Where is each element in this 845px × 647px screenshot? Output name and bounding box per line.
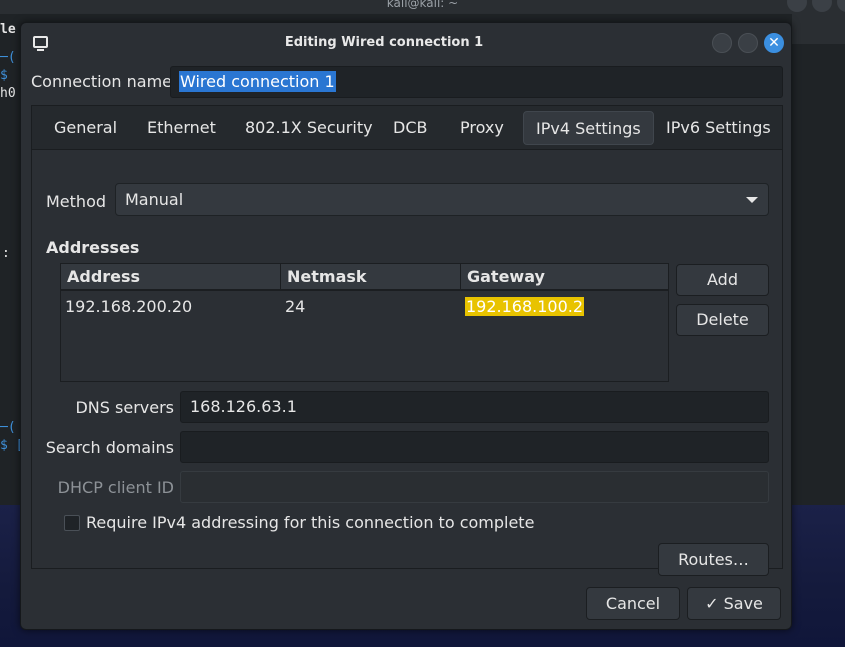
- save-label: Save: [723, 594, 763, 613]
- search-domains-input[interactable]: [180, 431, 769, 463]
- tab-ethernet[interactable]: Ethernet: [135, 111, 228, 145]
- table-header: Address Netmask Gateway: [61, 264, 668, 291]
- terminal-window-button[interactable]: [837, 0, 845, 12]
- tab-dcb[interactable]: DCB: [381, 111, 439, 145]
- address-cell[interactable]: 192.168.200.20: [65, 297, 192, 316]
- edit-connection-dialog: Editing Wired connection 1 ✕ Connection …: [20, 22, 792, 630]
- column-header-gateway[interactable]: Gateway: [460, 264, 668, 290]
- tab-ipv4-settings[interactable]: IPv4 Settings: [523, 111, 654, 145]
- tab-general[interactable]: General: [42, 111, 129, 145]
- terminal-text: $: [0, 68, 8, 83]
- check-icon: ✓: [705, 594, 719, 613]
- maximize-button[interactable]: [738, 33, 758, 53]
- dhcp-client-id-label: DHCP client ID: [57, 478, 174, 497]
- terminal-titlebar: kali@kali: ~: [0, 0, 845, 14]
- search-domains-label: Search domains: [45, 438, 174, 457]
- connection-name-label: Connection name: [31, 72, 172, 91]
- terminal-text: h0: [0, 86, 16, 101]
- dns-servers-label: DNS servers: [75, 398, 174, 417]
- terminal-text: :: [2, 246, 10, 261]
- connection-name-input[interactable]: Wired connection 1: [170, 66, 783, 98]
- cancel-button[interactable]: Cancel: [586, 587, 680, 620]
- terminal-title: kali@kali: ~: [386, 0, 459, 10]
- add-address-button[interactable]: Add: [676, 264, 769, 296]
- addresses-table[interactable]: Address Netmask Gateway 192.168.200.20 2…: [60, 263, 669, 382]
- column-header-netmask[interactable]: Netmask: [280, 264, 460, 290]
- close-button[interactable]: ✕: [764, 33, 784, 53]
- dialog-titlebar[interactable]: Editing Wired connection 1 ✕: [21, 23, 791, 63]
- gateway-cell[interactable]: 192.168.100.2: [465, 297, 585, 316]
- addresses-heading: Addresses: [46, 238, 140, 257]
- chevron-down-icon: [746, 197, 758, 203]
- require-ipv4-label[interactable]: Require IPv4 addressing for this connect…: [86, 513, 534, 532]
- tab-ipv6-settings[interactable]: IPv6 Settings: [654, 111, 783, 145]
- settings-notebook: General Ethernet 802.1X Security DCB Pro…: [31, 105, 783, 576]
- terminal-window-button[interactable]: [787, 0, 807, 12]
- column-header-address[interactable]: Address: [61, 264, 280, 290]
- minimize-button[interactable]: [712, 33, 732, 53]
- terminal-text: le: [0, 22, 16, 37]
- netmask-cell[interactable]: 24: [285, 297, 305, 316]
- dns-servers-input[interactable]: 168.126.63.1: [180, 391, 769, 423]
- method-value: Manual: [125, 190, 184, 209]
- tab-8021x-security[interactable]: 802.1X Security: [233, 111, 385, 145]
- terminal-toolbar-strip: [792, 14, 845, 44]
- method-dropdown[interactable]: Manual: [115, 183, 769, 216]
- routes-button[interactable]: Routes…: [658, 543, 769, 576]
- connection-name-value: Wired connection 1: [179, 71, 336, 92]
- save-button[interactable]: ✓ Save: [687, 587, 781, 620]
- close-icon: ✕: [768, 35, 780, 51]
- tab-bar: General Ethernet 802.1X Security DCB Pro…: [32, 106, 782, 150]
- dialog-title: Editing Wired connection 1: [284, 35, 484, 50]
- terminal-window-button[interactable]: [812, 0, 832, 12]
- require-ipv4-checkbox[interactable]: [64, 515, 80, 531]
- terminal-text: ─(: [0, 50, 16, 65]
- tab-proxy[interactable]: Proxy: [448, 111, 516, 145]
- method-label: Method: [46, 192, 107, 211]
- delete-address-button[interactable]: Delete: [676, 304, 769, 336]
- dhcp-client-id-input[interactable]: [180, 471, 769, 503]
- terminal-text: ─(: [0, 420, 16, 435]
